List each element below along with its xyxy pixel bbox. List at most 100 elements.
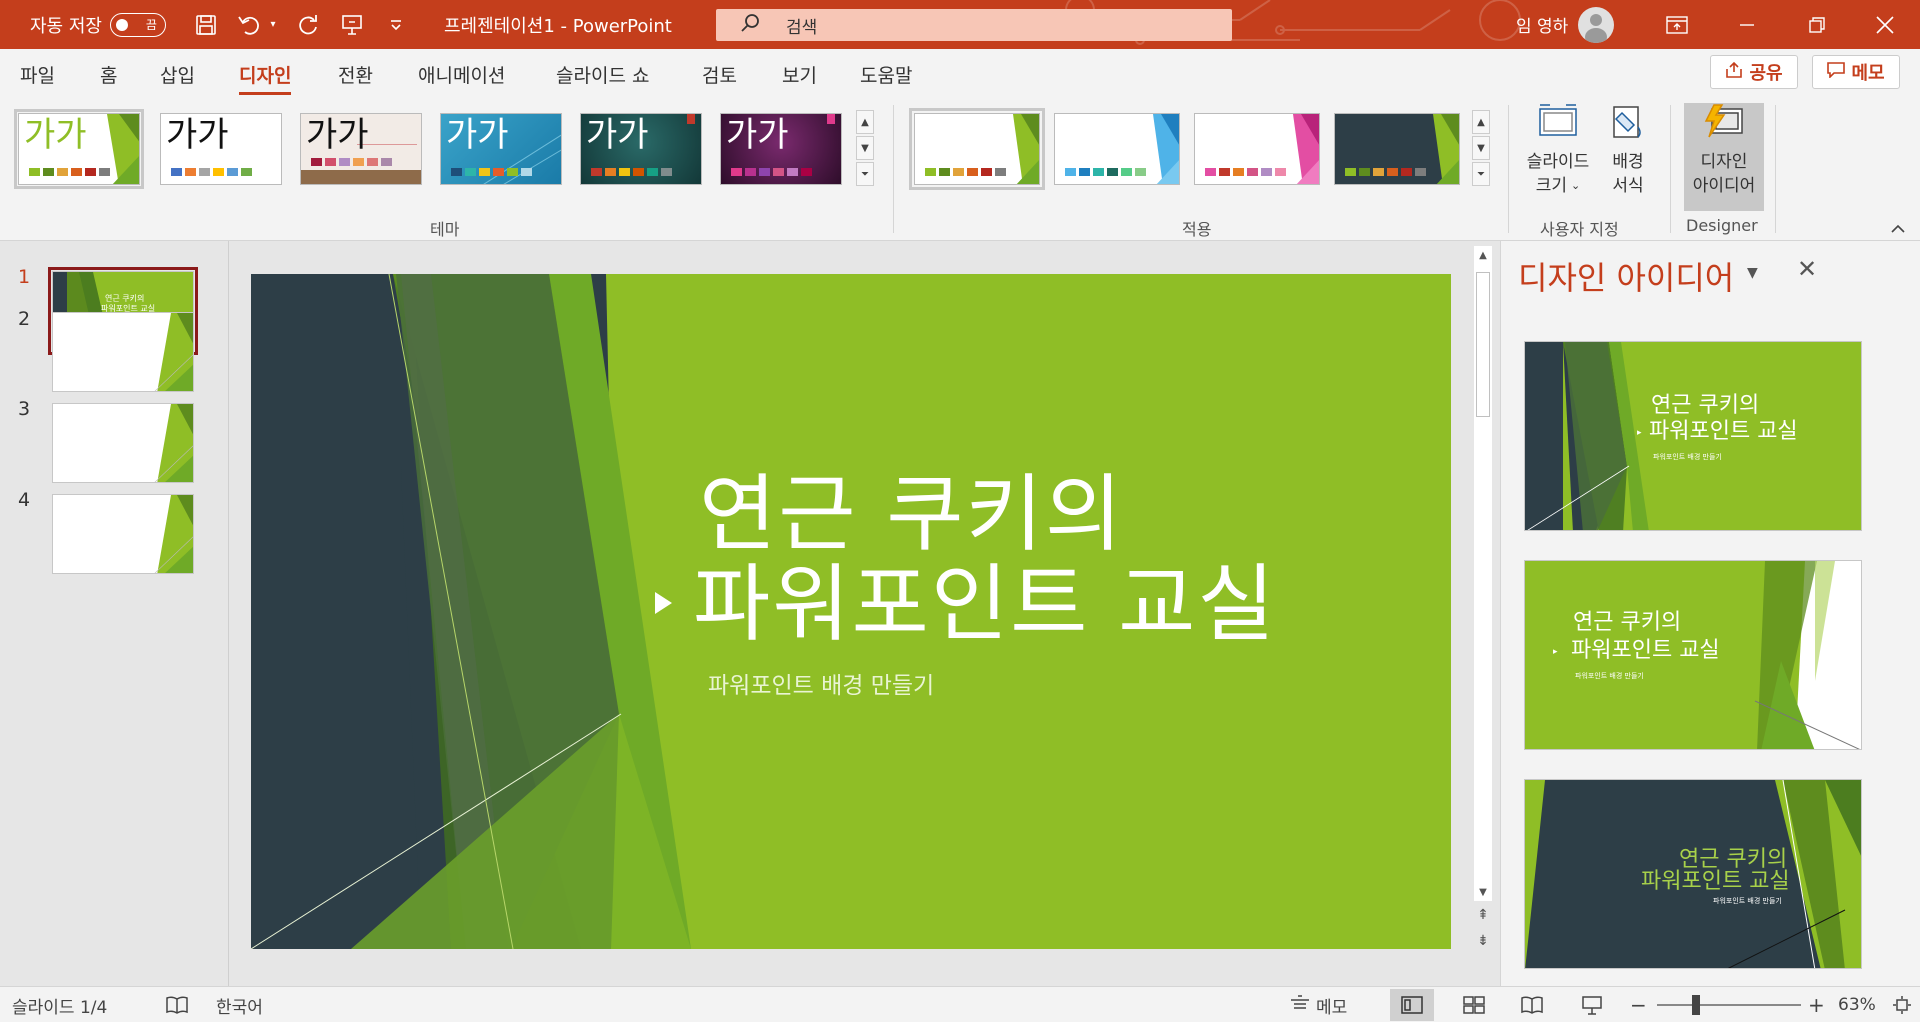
gallery-down-icon[interactable]: ▼ [1472, 136, 1490, 160]
slide-scrollbar[interactable]: ▲ ▼ [1474, 246, 1492, 901]
present-icon[interactable] [334, 0, 370, 49]
minimize-icon[interactable] [1712, 0, 1782, 49]
variant-4[interactable] [1334, 113, 1460, 185]
gallery-more-icon[interactable]: ⏷ [1472, 162, 1490, 186]
collapse-ribbon-icon[interactable] [1891, 222, 1905, 238]
theme-facet[interactable]: 가가 [14, 109, 144, 189]
format-background-label-2: 서식 [1612, 176, 1644, 196]
zoom-slider-thumb[interactable] [1692, 995, 1700, 1015]
theme-sample-text: 가가 [306, 115, 369, 155]
search-box[interactable]: 검색 [716, 9, 1232, 41]
tab-view[interactable]: 보기 [782, 61, 817, 88]
zoom-level[interactable]: 63% [1838, 987, 1876, 1022]
user-name: 임 영하 [1516, 17, 1569, 37]
tab-file[interactable]: 파일 [20, 61, 55, 88]
thumb-title-1: 연근 쿠키의 [105, 294, 145, 303]
slide-title-line1: 연근 쿠키의 [699, 465, 1125, 563]
autosave-switch[interactable]: 자동 저장 끔 [30, 0, 166, 49]
gallery-down-icon[interactable]: ▼ [856, 136, 874, 160]
next-slide-icon[interactable]: ⇟ [1474, 931, 1492, 951]
gallery-more-icon[interactable]: ⏷ [856, 162, 874, 186]
tab-home[interactable]: 홈 [100, 61, 117, 88]
slideshow-icon[interactable] [1570, 989, 1614, 1021]
language-indicator[interactable]: 한국어 [216, 987, 263, 1022]
tab-transitions[interactable]: 전환 [338, 61, 373, 88]
close-icon[interactable]: ✕ [1797, 255, 1817, 283]
scroll-up-icon[interactable]: ▲ [1474, 246, 1492, 264]
zoom-in-icon[interactable]: + [1808, 987, 1825, 1022]
theme-office[interactable]: 가가 [160, 113, 282, 185]
fit-window-icon[interactable] [1892, 987, 1912, 1022]
memo-label: 메모 [1851, 63, 1885, 84]
slide-sorter-icon[interactable] [1452, 989, 1496, 1021]
tab-insert[interactable]: 삽입 [160, 61, 195, 88]
slide-thumbnail-3[interactable] [52, 403, 194, 483]
restore-icon[interactable] [1782, 0, 1852, 49]
theme-ion[interactable]: 가가 [440, 113, 562, 185]
design-idea-1[interactable]: 연근 쿠키의 파워포인트 교실 ▸ 파워포인트 배경 만들기 [1524, 341, 1862, 531]
design-ideas-icon [1702, 103, 1746, 150]
design-idea-3[interactable]: 연근 쿠키의 파워포인트 교실 파워포인트 배경 만들기 [1524, 779, 1862, 969]
slide-size-icon [1536, 103, 1580, 150]
theme-dividend[interactable]: 가가 [580, 113, 702, 185]
user-account[interactable]: 임 영하 [1516, 0, 1615, 49]
tab-design[interactable]: 디자인 [239, 61, 292, 95]
tab-help[interactable]: 도움말 [860, 61, 912, 88]
ribbon-display-icon[interactable] [1642, 0, 1712, 49]
theme-sample-text: 가가 [446, 115, 509, 155]
variants-group-label: 적용 [1182, 220, 1212, 239]
theme-berlin[interactable]: 가가 [720, 113, 842, 185]
autosave-toggle[interactable]: 끔 [109, 12, 166, 37]
title-bar: 자동 저장 끔 ▾ 프레젠테이션1 - PowerPoint 검색 임 영하 [0, 0, 1920, 49]
slide-counter: 슬라이드 1/4 [12, 997, 108, 1018]
slide-title[interactable]: 연근 쿠키의 파워포인트 교실 [693, 465, 1277, 648]
title-bullet-icon [655, 592, 672, 614]
theme-sample-text: 가가 [726, 115, 789, 155]
search-icon [740, 12, 762, 39]
customize-qat-icon[interactable] [378, 0, 414, 49]
undo-dropdown-icon[interactable]: ▾ [262, 0, 284, 49]
redo-icon[interactable] [290, 0, 326, 49]
comments-button[interactable]: 메모 [1812, 55, 1900, 89]
slide-size-label-1: 슬라이드 [1526, 152, 1590, 172]
slide-thumbnail-4[interactable] [52, 494, 194, 574]
variant-1[interactable] [909, 108, 1045, 190]
scroll-down-icon[interactable]: ▼ [1474, 883, 1492, 901]
zoom-slider[interactable] [1657, 1004, 1801, 1006]
share-icon [1725, 61, 1743, 84]
share-button[interactable]: 공유 [1710, 55, 1798, 89]
variant-2[interactable] [1054, 113, 1180, 185]
accessibility-icon[interactable] [166, 987, 188, 1022]
close-icon[interactable] [1850, 0, 1920, 49]
avatar[interactable] [1578, 6, 1615, 43]
slide-thumbnail-2[interactable] [52, 312, 194, 392]
slide-size-button[interactable]: 슬라이드 크기 ⌄ [1518, 103, 1598, 198]
zoom-out-icon[interactable]: − [1630, 987, 1647, 1022]
normal-view-icon[interactable] [1390, 989, 1434, 1021]
slide-canvas[interactable]: 연근 쿠키의 파워포인트 교실 파워포인트 배경 만들기 [251, 274, 1451, 949]
idea-title-line1: 연근 쿠키의 [1651, 393, 1760, 418]
autosave-state: 끔 [145, 18, 157, 32]
slide-subtitle[interactable]: 파워포인트 배경 만들기 [708, 666, 934, 700]
design-idea-2[interactable]: 연근 쿠키의 파워포인트 교실 ▸ 파워포인트 배경 만들기 [1524, 560, 1862, 750]
variant-3[interactable] [1194, 113, 1320, 185]
tab-animations[interactable]: 애니메이션 [418, 61, 505, 88]
format-background-button[interactable]: 배경 서식 [1600, 103, 1656, 198]
designer-pane-title: 디자인 아이디어 [1518, 259, 1735, 297]
theme-sample-text: 가가 [166, 115, 229, 155]
gallery-up-icon[interactable]: ▲ [1472, 110, 1490, 134]
previous-slide-icon[interactable]: ⇞ [1474, 905, 1492, 925]
pane-options-icon[interactable]: ▼ [1747, 265, 1758, 281]
idea-bullet-icon: ▸ [1637, 428, 1642, 438]
designer-pane: 디자인 아이디어 ▼ ✕ 연근 쿠키의 파워포인트 교실 ▸ 파워포인트 배경 … [1500, 241, 1920, 986]
design-ideas-label-1: 디자인 [1700, 152, 1748, 172]
reading-view-icon[interactable] [1510, 989, 1554, 1021]
notes-button[interactable]: 메모 [1290, 987, 1347, 1022]
theme-wood[interactable]: 가가 [300, 113, 422, 185]
design-ideas-button[interactable]: 디자인 아이디어 [1684, 103, 1764, 211]
tab-review[interactable]: 검토 [702, 61, 737, 88]
gallery-up-icon[interactable]: ▲ [856, 110, 874, 134]
scrollbar-thumb[interactable] [1476, 272, 1490, 417]
save-icon[interactable] [188, 0, 224, 49]
tab-slideshow[interactable]: 슬라이드 쇼 [556, 61, 649, 88]
